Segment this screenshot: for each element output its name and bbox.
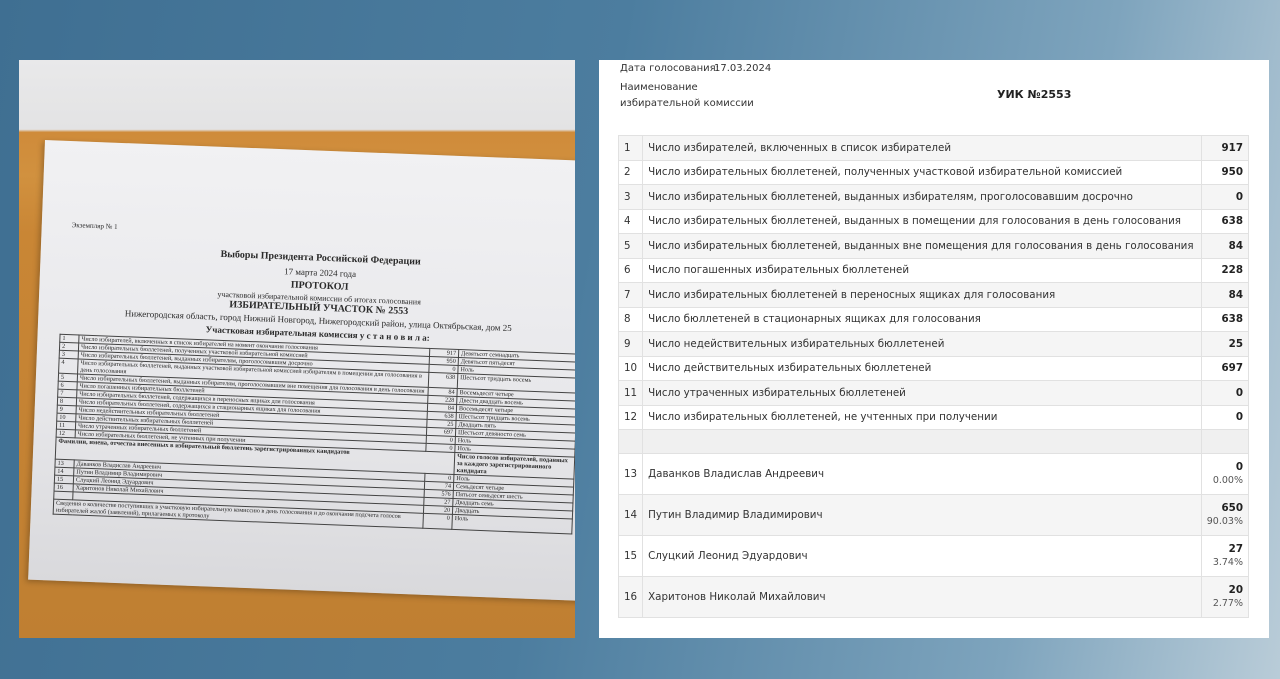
results-row: 3 Число избирательных бюллетеней, выданны… xyxy=(617,184,1250,210)
results-row-number: 11 xyxy=(617,380,644,406)
candidate-row: 14 Путин Владимир Владимирович 650 90.03% xyxy=(617,494,1250,536)
results-row-value: 638 xyxy=(1200,306,1250,332)
results-row-number: 2 xyxy=(617,159,644,185)
vote-date-label: Дата голосования: xyxy=(620,63,720,74)
candidate-votes: 27 xyxy=(1228,543,1243,555)
candidate-number: 14 xyxy=(617,494,644,536)
results-row-value: 84 xyxy=(1200,233,1250,259)
candidate-number: 15 xyxy=(617,535,644,577)
results-row: 12 Число избирательных бюллетеней, не учт… xyxy=(617,404,1250,430)
results-row-label: Число погашенных избирательных бюллетене… xyxy=(642,257,1202,283)
results-row-value: 228 xyxy=(1200,257,1250,283)
candidate-number: 13 xyxy=(617,453,644,495)
results-table: 1 Число избирателей, включенных в список … xyxy=(617,135,1250,618)
candidate-result: 650 90.03% xyxy=(1200,494,1250,536)
results-row-value: 0 xyxy=(1200,404,1250,430)
results-row: 10 Число действительных избирательных бюл… xyxy=(617,355,1250,381)
results-row-number: 9 xyxy=(617,331,644,357)
results-row-value: 638 xyxy=(1200,208,1250,234)
candidate-votes: 20 xyxy=(1228,584,1243,596)
results-row: 5 Число избирательных бюллетеней, выданны… xyxy=(617,233,1250,259)
spacer-cell xyxy=(617,429,644,454)
spacer-cell xyxy=(1200,429,1250,454)
candidate-row: 13 Даванков Владислав Андреевич 0 0.00% xyxy=(617,453,1250,495)
candidate-name: Путин Владимир Владимирович xyxy=(642,494,1202,536)
vote-date-value: 17.03.2024 xyxy=(714,63,772,74)
protocol-table: 1 Число избирателей, включенных в список … xyxy=(53,334,575,535)
protocol-row-number: 4 xyxy=(58,358,79,374)
candidate-result: 20 2.77% xyxy=(1200,576,1250,618)
results-row-number: 3 xyxy=(617,184,644,210)
candidate-percent: 90.03% xyxy=(1206,516,1243,527)
candidate-percent: 2.77% xyxy=(1212,598,1243,609)
protocol-footer-value: 0 xyxy=(422,513,453,530)
candidate-row: 15 Слуцкий Леонид Эдуардович 27 3.74% xyxy=(617,535,1250,577)
results-row: 6 Число погашенных избирательных бюллетен… xyxy=(617,257,1250,283)
candidate-name: Даванков Владислав Андреевич xyxy=(642,453,1202,495)
results-row: 7 Число избирательных бюллетеней в перено… xyxy=(617,282,1250,308)
results-row-label: Число утраченных избирательных бюллетене… xyxy=(642,380,1202,406)
protocol-paper: Экземпляр № 1 Выборы Президента Российск… xyxy=(28,140,575,602)
results-document: Дата голосования: 17.03.2024 Наименовани… xyxy=(599,60,1269,638)
results-row-label: Число избирательных бюллетеней, не учтен… xyxy=(642,404,1202,430)
results-row-value: 84 xyxy=(1200,282,1250,308)
commission-label: Наименование избирательной комиссии xyxy=(620,82,754,109)
results-row-value: 0 xyxy=(1200,184,1250,210)
copy-label: Экземпляр № 1 xyxy=(71,221,118,231)
results-spacer-row xyxy=(617,429,1250,454)
candidate-name: Харитонов Николай Михайлович xyxy=(642,576,1202,618)
commission-name: УИК №2553 xyxy=(997,88,1072,101)
results-row-label: Число избирателей, включенных в список и… xyxy=(642,135,1202,161)
results-row-label: Число избирательных бюллетеней в перенос… xyxy=(642,282,1202,308)
results-row-number: 8 xyxy=(617,306,644,332)
results-row: 1 Число избирателей, включенных в список … xyxy=(617,135,1250,161)
results-row-value: 917 xyxy=(1200,135,1250,161)
spacer-cell xyxy=(642,429,1202,454)
results-row-label: Число недействительных избирательных бюл… xyxy=(642,331,1202,357)
protocol-footer-words: Ноль xyxy=(451,514,573,535)
protocol-photo: Экземпляр № 1 Выборы Президента Российск… xyxy=(19,60,575,638)
results-row-label: Число избирательных бюллетеней, полученн… xyxy=(642,159,1202,185)
candidate-percent: 0.00% xyxy=(1212,475,1243,486)
results-row-label: Число избирательных бюллетеней, выданных… xyxy=(642,233,1202,259)
results-row-number: 6 xyxy=(617,257,644,283)
candidate-row: 16 Харитонов Николай Михайлович 20 2.77% xyxy=(617,576,1250,618)
results-row-label: Число избирательных бюллетеней, выданных… xyxy=(642,208,1202,234)
results-row-number: 4 xyxy=(617,208,644,234)
candidate-result: 27 3.74% xyxy=(1200,535,1250,577)
results-row-number: 10 xyxy=(617,355,644,381)
results-row: 2 Число избирательных бюллетеней, получен… xyxy=(617,159,1250,185)
results-row: 9 Число недействительных избирательных бю… xyxy=(617,331,1250,357)
results-row-value: 0 xyxy=(1200,380,1250,406)
results-row: 8 Число бюллетеней в стационарных ящиках … xyxy=(617,306,1250,332)
results-row-label: Число избирательных бюллетеней, выданных… xyxy=(642,184,1202,210)
results-row-number: 7 xyxy=(617,282,644,308)
results-row-number: 5 xyxy=(617,233,644,259)
results-row: 4 Число избирательных бюллетеней, выданны… xyxy=(617,208,1250,234)
candidate-result: 0 0.00% xyxy=(1200,453,1250,495)
candidate-number: 16 xyxy=(617,576,644,618)
results-row-value: 950 xyxy=(1200,159,1250,185)
results-row-label: Число действительных избирательных бюлле… xyxy=(642,355,1202,381)
candidate-votes: 650 xyxy=(1221,502,1244,514)
results-row-number: 1 xyxy=(617,135,644,161)
candidate-percent: 3.74% xyxy=(1212,557,1243,568)
results-row-value: 697 xyxy=(1200,355,1250,381)
protocol-row-value: 638 xyxy=(428,372,458,389)
results-row-value: 25 xyxy=(1200,331,1250,357)
results-row-label: Число бюллетеней в стационарных ящиках д… xyxy=(642,306,1202,332)
candidate-name: Слуцкий Леонид Эдуардович xyxy=(642,535,1202,577)
candidate-votes: 0 xyxy=(1235,461,1243,473)
results-row-number: 12 xyxy=(617,404,644,430)
results-row: 11 Число утраченных избирательных бюллете… xyxy=(617,380,1250,406)
